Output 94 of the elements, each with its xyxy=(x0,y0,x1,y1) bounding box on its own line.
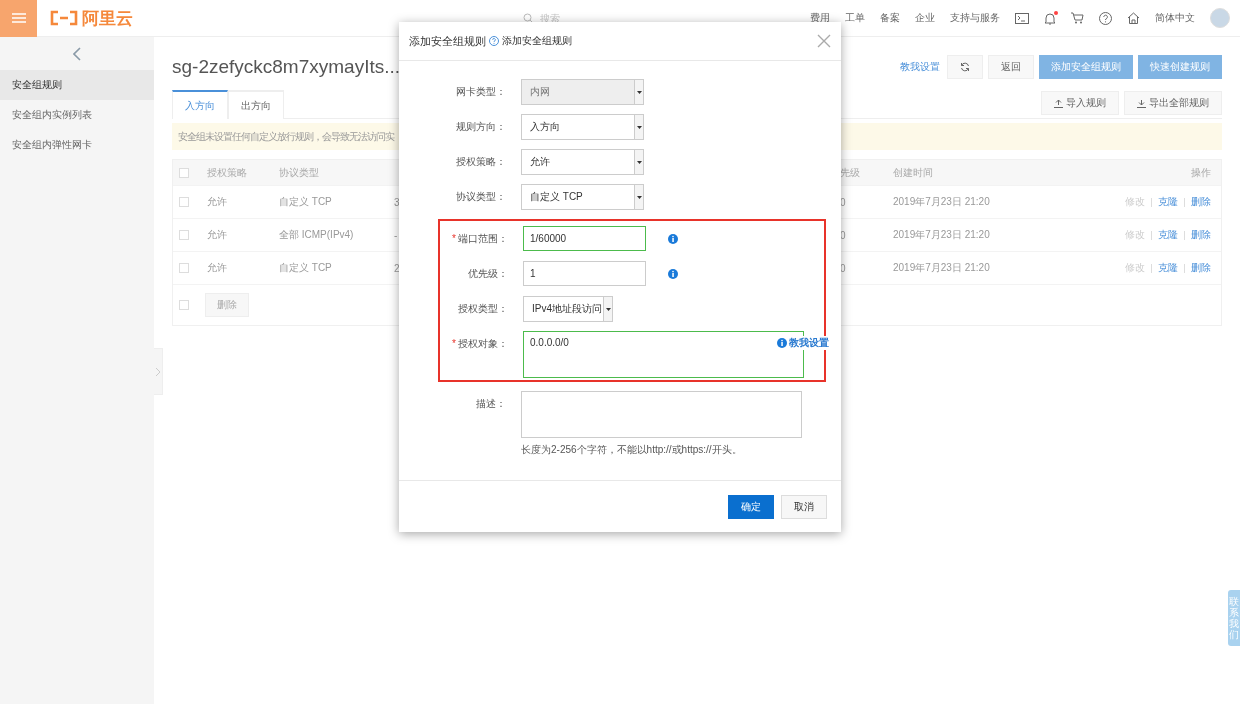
select-field[interactable]: IPv4地址段访问 xyxy=(523,296,613,322)
avatar[interactable] xyxy=(1210,8,1230,28)
back-button[interactable]: 返回 xyxy=(988,55,1034,79)
bell-icon[interactable] xyxy=(1044,11,1056,25)
caret-icon xyxy=(636,195,642,199)
table-cell: 3 xyxy=(394,196,400,208)
close-button[interactable] xyxy=(817,34,831,48)
sidebar-item[interactable]: 安全组规则 xyxy=(0,70,154,100)
checkbox[interactable] xyxy=(179,230,189,240)
table-cell: - xyxy=(394,229,398,241)
import-button[interactable]: 导入规则 xyxy=(1041,91,1119,115)
caret-icon xyxy=(636,125,642,129)
logo-text: 阿里云 xyxy=(82,7,133,30)
caret-icon xyxy=(605,307,611,311)
help-icon[interactable] xyxy=(1099,11,1112,25)
column-header: 协议类型 xyxy=(279,165,320,180)
column-header: 先级 xyxy=(840,165,861,180)
refresh-icon xyxy=(960,62,970,72)
checkbox[interactable] xyxy=(179,263,189,273)
select-field[interactable]: 入方向 xyxy=(521,114,644,140)
table-cell: 允许 xyxy=(207,195,227,209)
action-link[interactable]: 删除 xyxy=(1191,195,1211,209)
table-cell: 自定义 TCP xyxy=(279,195,332,209)
caret-icon xyxy=(636,90,642,94)
action-link[interactable]: 删除 xyxy=(1191,228,1211,242)
action-link[interactable]: 克隆 xyxy=(1158,261,1178,275)
direction-tab[interactable]: 出方向 xyxy=(228,90,284,119)
help-icon[interactable] xyxy=(489,36,499,46)
help-link[interactable]: 教我设置 xyxy=(777,336,829,350)
text-area[interactable] xyxy=(521,391,802,438)
help-link[interactable]: 教我设置 xyxy=(900,60,940,74)
nav-link[interactable]: 费用 xyxy=(810,11,830,25)
nav-link[interactable]: 企业 xyxy=(915,11,935,25)
action-link[interactable]: 删除 xyxy=(1191,261,1211,275)
table-cell: 自定义 TCP xyxy=(279,261,332,275)
dialog-button[interactable]: 确定 xyxy=(728,494,774,519)
field-label: 授权类型： xyxy=(457,302,508,316)
field-label: 描述： xyxy=(475,397,506,411)
table-cell: 2 xyxy=(394,262,400,274)
column-header: 创建时间 xyxy=(893,165,934,180)
select-field[interactable]: 允许 xyxy=(521,149,644,175)
action-link[interactable]: 克隆 xyxy=(1158,228,1178,242)
export-button[interactable]: 导出全部规则 xyxy=(1124,91,1222,115)
dialog-subtitle: 添加安全组规则 xyxy=(502,34,572,48)
home-icon[interactable] xyxy=(1127,12,1140,24)
language-link[interactable]: 简体中文 xyxy=(1155,11,1195,25)
logo-icon xyxy=(49,10,79,26)
field-label: 优先级： xyxy=(467,267,508,281)
direction-tab[interactable]: 入方向 xyxy=(172,90,228,119)
chevron-left-icon xyxy=(73,46,81,61)
chevron-right-icon xyxy=(156,367,160,376)
table-cell: 2019年7月23日 21:20 xyxy=(893,195,990,209)
table-cell: 允许 xyxy=(207,228,227,242)
nav-link[interactable]: 支持与服务 xyxy=(950,11,1000,25)
checkbox[interactable] xyxy=(179,197,189,207)
page-title: sg-2zefyckc8m7xymayIts... xyxy=(172,56,401,78)
table-cell: 2019年7月23日 21:20 xyxy=(893,261,990,275)
field-label: * 端口范围： xyxy=(451,232,508,246)
info-icon xyxy=(777,338,787,348)
table-cell: 允许 xyxy=(207,261,227,275)
refresh-button[interactable] xyxy=(947,55,983,79)
caret-icon xyxy=(636,160,642,164)
search-icon xyxy=(523,12,534,24)
download-icon xyxy=(1137,98,1146,108)
field-label: 授权策略： xyxy=(455,155,506,169)
field-label: 协议类型： xyxy=(455,190,506,204)
field-label: 网卡类型： xyxy=(455,85,506,99)
warning-text: 安全组未设置任何自定义放行规则，会导致无法访问实 xyxy=(178,129,394,144)
field-label: * 授权对象： xyxy=(451,337,508,351)
select-field[interactable]: 自定义 TCP xyxy=(521,184,644,210)
sidebar-item[interactable]: 安全组内弹性网卡 xyxy=(0,130,154,160)
checkbox[interactable] xyxy=(179,167,189,178)
column-header: 操作 xyxy=(1190,165,1211,180)
nav-link[interactable]: 工单 xyxy=(845,11,865,25)
terminal-icon[interactable] xyxy=(1015,12,1029,24)
dialog-title: 添加安全组规则 xyxy=(409,33,486,49)
dialog-button[interactable]: 取消 xyxy=(781,494,827,519)
input-field[interactable]: 1 xyxy=(523,261,646,286)
nav-link[interactable]: 备案 xyxy=(880,11,900,25)
expand-handle[interactable] xyxy=(154,348,163,395)
field-label: 规则方向： xyxy=(455,120,506,134)
action-link[interactable]: 克隆 xyxy=(1158,195,1178,209)
close-icon xyxy=(817,34,831,48)
checkbox[interactable] xyxy=(179,300,189,310)
upload-icon xyxy=(1054,98,1063,108)
column-header: 授权策略 xyxy=(207,165,248,180)
menu-button[interactable] xyxy=(0,0,37,37)
hint-text: 长度为2-256个字符，不能以http://或https://开头。 xyxy=(521,443,743,457)
table-cell: 全部 ICMP(IPv4) xyxy=(279,228,354,242)
input-field[interactable]: 1/60000 xyxy=(523,226,646,251)
cart-icon[interactable] xyxy=(1071,12,1084,24)
sidebar-item[interactable]: 安全组内实例列表 xyxy=(0,100,154,130)
menu-icon xyxy=(11,13,26,23)
table-cell: 2019年7月23日 21:20 xyxy=(893,228,990,242)
